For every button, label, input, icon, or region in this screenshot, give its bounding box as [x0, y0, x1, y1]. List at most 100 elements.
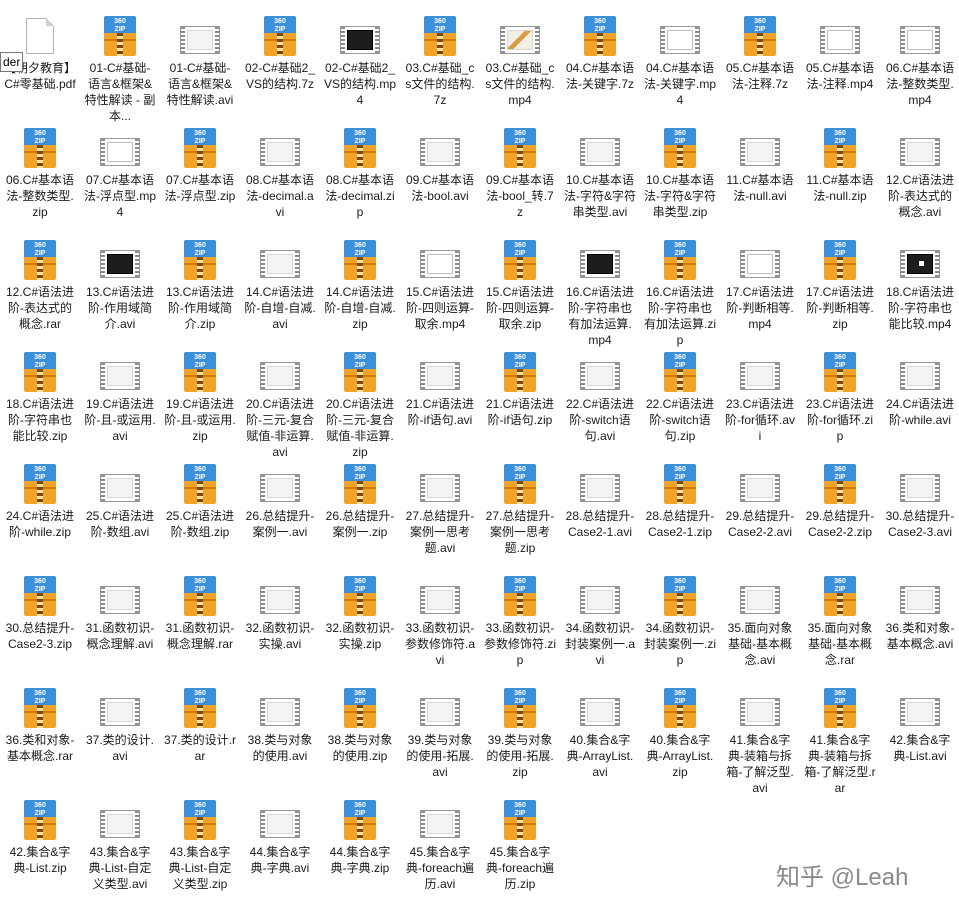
file-item[interactable]: 05.C#基本语法-注释.mp4: [800, 8, 880, 120]
file-item[interactable]: 11.C#基本语法-null.avi: [720, 120, 800, 232]
file-item[interactable]: 40.集合&字典-ArrayList.avi: [560, 680, 640, 792]
file-item[interactable]: 360 ZIP 23.C#语法进阶-for循环.zip: [800, 344, 880, 456]
file-item[interactable]: 44.集合&字典-字典.avi: [240, 792, 320, 904]
file-item[interactable]: 360 ZIP 41.集合&字典-装箱与拆箱-了解泛型.rar: [800, 680, 880, 795]
file-item[interactable]: 25.C#语法进阶-数组.avi: [80, 456, 160, 568]
file-item[interactable]: 360 ZIP 31.函数初识-概念理解.rar: [160, 568, 240, 680]
file-item[interactable]: 360 ZIP 27.总结提升-案例一思考题.zip: [480, 456, 560, 568]
file-item[interactable]: 360 ZIP 24.C#语法进阶-while.zip: [0, 456, 80, 568]
file-item[interactable]: 360 ZIP 30.总结提升-Case2-3.zip: [0, 568, 80, 680]
file-name: 36.类和对象-基本概念.rar: [5, 733, 75, 763]
file-item[interactable]: 360 ZIP 14.C#语法进阶-自增-自减.zip: [320, 232, 400, 344]
file-item[interactable]: 19.C#语法进阶-且-或运用.avi: [80, 344, 160, 456]
file-item[interactable]: 22.C#语法进阶-switch语句.avi: [560, 344, 640, 456]
file-item[interactable]: 13.C#语法进阶-作用域简介.avi: [80, 232, 160, 344]
file-item[interactable]: 360 ZIP 11.C#基本语法-null.zip: [800, 120, 880, 232]
file-item[interactable]: 360 ZIP 43.集合&字典-List-自定义类型.zip: [160, 792, 240, 904]
file-item[interactable]: 360 ZIP 42.集合&字典-List.zip: [0, 792, 80, 904]
file-item[interactable]: 08.C#基本语法-decimal.avi: [240, 120, 320, 232]
file-item[interactable]: 28.总结提升-Case2-1.avi: [560, 456, 640, 568]
file-item[interactable]: 35.面向对象基础-基本概念.avi: [720, 568, 800, 680]
file-item[interactable]: 360 ZIP 18.C#语法进阶-字符串也能比较.zip: [0, 344, 80, 456]
file-item[interactable]: 14.C#语法进阶-自增-自减.avi: [240, 232, 320, 344]
file-item[interactable]: 360 ZIP 39.类与对象的使用-拓展.zip: [480, 680, 560, 792]
file-item[interactable]: 43.集合&字典-List-自定义类型.avi: [80, 792, 160, 904]
file-item[interactable]: 01-C#基础-语言&框架&特性解读.avi: [160, 8, 240, 120]
file-item[interactable]: 360 ZIP 16.C#语法进阶-字符串也有加法运算.zip: [640, 232, 720, 347]
file-item[interactable]: 39.类与对象的使用-拓展.avi: [400, 680, 480, 792]
file-item[interactable]: 360 ZIP 34.函数初识-封装案例一.zip: [640, 568, 720, 680]
file-item[interactable]: 18.C#语法进阶-字符串也能比较.mp4: [880, 232, 959, 344]
file-item[interactable]: 360 ZIP 29.总结提升-Case2-2.zip: [800, 456, 880, 568]
file-item[interactable]: 360 ZIP 45.集合&字典-foreach遍历.zip: [480, 792, 560, 904]
video-file-icon: [260, 800, 300, 840]
file-item[interactable]: 360 ZIP 09.C#基本语法-bool_转.7z: [480, 120, 560, 232]
file-item[interactable]: 360 ZIP 32.函数初识-实操.zip: [320, 568, 400, 680]
file-item[interactable]: 360 ZIP 21.C#语法进阶-if语句.zip: [480, 344, 560, 456]
file-item[interactable]: 360 ZIP 08.C#基本语法-decimal.zip: [320, 120, 400, 232]
archive-icon: 360 ZIP: [340, 352, 380, 392]
file-item[interactable]: 27.总结提升-案例一思考题.avi: [400, 456, 480, 568]
file-name: 29.总结提升-Case2-2.avi: [725, 509, 795, 539]
file-item[interactable]: 360 ZIP 36.类和对象-基本概念.rar: [0, 680, 80, 792]
file-item[interactable]: 32.函数初识-实操.avi: [240, 568, 320, 680]
file-name: 25.C#语法进阶-数组.zip: [165, 509, 235, 539]
file-item[interactable]: 04.C#基本语法-关键字.mp4: [640, 8, 720, 120]
file-item[interactable]: 33.函数初识-参数修饰符.avi: [400, 568, 480, 680]
file-item[interactable]: 360 ZIP 35.面向对象基础-基本概念.rar: [800, 568, 880, 680]
file-item[interactable]: 17.C#语法进阶-判断相等.mp4: [720, 232, 800, 344]
file-item[interactable]: 360 ZIP 13.C#语法进阶-作用域简介.zip: [160, 232, 240, 344]
file-item[interactable]: 45.集合&字典-foreach遍历.avi: [400, 792, 480, 904]
file-item[interactable]: 06.C#基本语法-整数类型.mp4: [880, 8, 959, 120]
file-item[interactable]: 360 ZIP 05.C#基本语法-注释.7z: [720, 8, 800, 120]
file-item[interactable]: 41.集合&字典-装箱与拆箱-了解泛型.avi: [720, 680, 800, 795]
file-item[interactable]: 24.C#语法进阶-while.avi: [880, 344, 959, 456]
file-item[interactable]: 02-C#基础2_VS的结构.mp4: [320, 8, 400, 120]
file-name: 40.集合&字典-ArrayList.avi: [566, 733, 634, 779]
file-name: 31.函数初识-概念理解.avi: [85, 621, 155, 651]
file-item[interactable]: 38.类与对象的使用.avi: [240, 680, 320, 792]
file-item[interactable]: 360 ZIP 01-C#基础-语言&框架&特性解读 - 副本...: [80, 8, 160, 123]
file-item[interactable]: 23.C#语法进阶-for循环.avi: [720, 344, 800, 456]
file-item[interactable]: 15.C#语法进阶-四则运算-取余.mp4: [400, 232, 480, 344]
file-item[interactable]: 42.集合&字典-List.avi: [880, 680, 959, 792]
file-item[interactable]: 360 ZIP 06.C#基本语法-整数类型.zip: [0, 120, 80, 232]
file-name: 24.C#语法进阶-while.avi: [885, 397, 955, 427]
file-item[interactable]: 36.类和对象-基本概念.avi: [880, 568, 959, 680]
file-item[interactable]: 09.C#基本语法-bool.avi: [400, 120, 480, 232]
file-item[interactable]: 37.类的设计.avi: [80, 680, 160, 792]
file-item[interactable]: 360 ZIP 07.C#基本语法-浮点型.zip: [160, 120, 240, 232]
file-item[interactable]: 30.总结提升-Case2-3.avi: [880, 456, 959, 568]
file-item[interactable]: 31.函数初识-概念理解.avi: [80, 568, 160, 680]
file-item[interactable]: 07.C#基本语法-浮点型.mp4: [80, 120, 160, 232]
file-item[interactable]: 360 ZIP 03.C#基础_cs文件的结构.7z: [400, 8, 480, 120]
file-item[interactable]: 360 ZIP 38.类与对象的使用.zip: [320, 680, 400, 792]
file-item[interactable]: 360 ZIP 02-C#基础2_VS的结构.7z: [240, 8, 320, 120]
file-item[interactable]: 360 ZIP 37.类的设计.rar: [160, 680, 240, 792]
file-item[interactable]: 360 ZIP 44.集合&字典-字典.zip: [320, 792, 400, 904]
file-name: 35.面向对象基础-基本概念.avi: [727, 621, 793, 667]
file-item[interactable]: 21.C#语法进阶-if语句.avi: [400, 344, 480, 456]
file-item[interactable]: 10.C#基本语法-字符&字符串类型.avi: [560, 120, 640, 232]
file-item[interactable]: 34.函数初识-封装案例一.avi: [560, 568, 640, 680]
file-item[interactable]: 16.C#语法进阶-字符串也有加法运算.mp4: [560, 232, 640, 347]
file-item[interactable]: 360 ZIP 40.集合&字典-ArrayList.zip: [640, 680, 720, 792]
file-item[interactable]: 360 ZIP 10.C#基本语法-字符&字符串类型.zip: [640, 120, 720, 232]
file-item[interactable]: 360 ZIP 19.C#语法进阶-且-或运用.zip: [160, 344, 240, 456]
file-item[interactable]: 360 ZIP 04.C#基本语法-关键字.7z: [560, 8, 640, 120]
file-item[interactable]: 03.C#基础_cs文件的结构.mp4: [480, 8, 560, 120]
file-item[interactable]: 29.总结提升-Case2-2.avi: [720, 456, 800, 568]
file-item[interactable]: 360 ZIP 28.总结提升-Case2-1.zip: [640, 456, 720, 568]
file-item[interactable]: 360 ZIP 22.C#语法进阶-switch语句.zip: [640, 344, 720, 456]
file-item[interactable]: 12.C#语法进阶-表达式的概念.avi: [880, 120, 959, 232]
file-item[interactable]: 360 ZIP 17.C#语法进阶-判断相等.zip: [800, 232, 880, 344]
file-item[interactable]: 360 ZIP 33.函数初识-参数修饰符.zip: [480, 568, 560, 680]
file-item[interactable]: 360 ZIP 12.C#语法进阶-表达式的概念.rar: [0, 232, 80, 344]
file-item[interactable]: 20.C#语法进阶-三元-复合赋值-非运算.avi: [240, 344, 320, 459]
file-item[interactable]: 26.总结提升-案例一.avi: [240, 456, 320, 568]
file-item[interactable]: 360 ZIP 26.总结提升-案例一.zip: [320, 456, 400, 568]
file-item[interactable]: 360 ZIP 25.C#语法进阶-数组.zip: [160, 456, 240, 568]
file-name: 11.C#基本语法-null.zip: [806, 173, 874, 203]
file-item[interactable]: 360 ZIP 20.C#语法进阶-三元-复合赋值-非运算.zip: [320, 344, 400, 459]
file-item[interactable]: 360 ZIP 15.C#语法进阶-四则运算-取余.zip: [480, 232, 560, 344]
